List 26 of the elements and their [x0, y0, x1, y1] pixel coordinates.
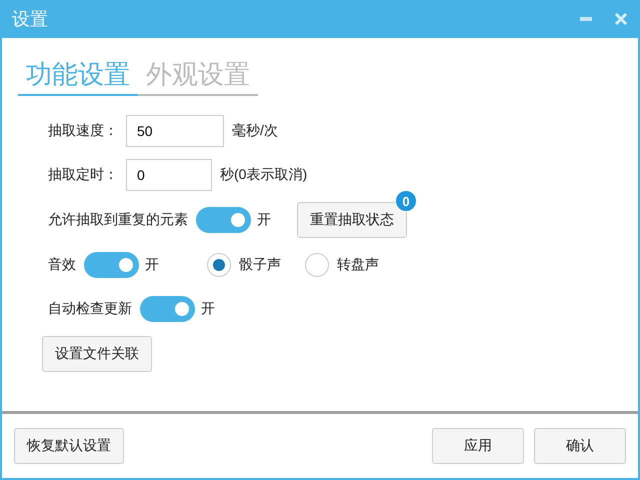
restore-defaults-button[interactable]: 恢复默认设置: [14, 428, 124, 464]
toggle-state-label: 开: [257, 211, 271, 229]
window-title: 设置: [12, 8, 49, 31]
setting-label: 抽取定时：: [48, 166, 118, 184]
close-icon[interactable]: [614, 12, 628, 26]
toggle-switch[interactable]: [84, 252, 139, 278]
setting-label: 允许抽取到重复的元素: [48, 211, 188, 229]
radio-label: 转盘声: [337, 256, 379, 274]
unit-label: 秒(0表示取消): [220, 166, 308, 184]
toggle-switch[interactable]: [196, 207, 251, 233]
setting-label: 自动检查更新: [48, 300, 132, 318]
toggle-state-label: 开: [201, 300, 215, 318]
radio-button[interactable]: [305, 253, 329, 277]
unit-label: 毫秒/次: [232, 122, 278, 140]
number-field[interactable]: 0: [126, 159, 212, 191]
number-field[interactable]: 50: [126, 115, 224, 147]
file-association-button[interactable]: 设置文件关联: [42, 336, 152, 372]
dialog-button[interactable]: 应用: [432, 428, 524, 464]
count-badge: 0: [395, 190, 417, 212]
dialog-button[interactable]: 确认: [534, 428, 626, 464]
toggle-state-label: 开: [145, 256, 159, 274]
setting-label: 音效: [48, 256, 76, 274]
toggle-switch[interactable]: [140, 296, 195, 322]
radio-label: 骰子声: [239, 256, 281, 274]
radio-button[interactable]: [207, 253, 231, 277]
setting-label: 抽取速度：: [48, 122, 118, 140]
